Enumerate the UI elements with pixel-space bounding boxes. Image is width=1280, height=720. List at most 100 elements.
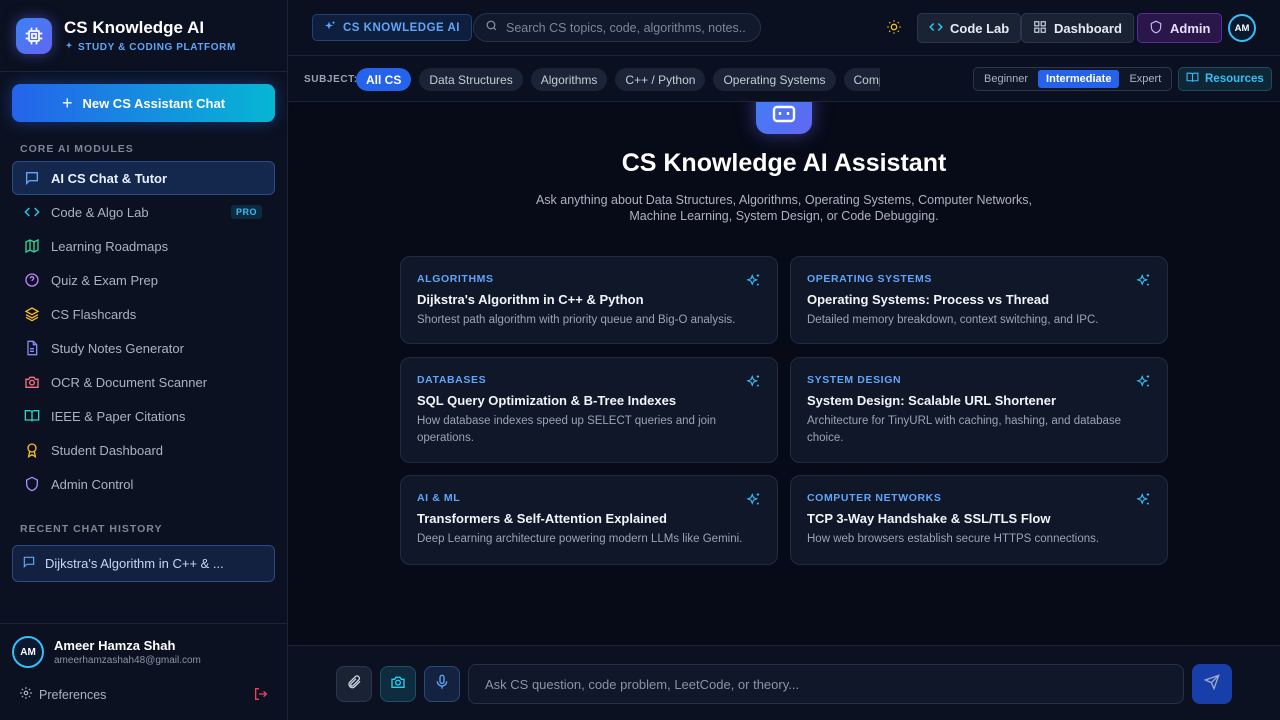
sidebar-item-label: IEEE & Paper Citations [51, 408, 186, 424]
main-content: CS Knowledge AI Assistant Ask anything a… [288, 102, 1280, 645]
subject-chips: All CS Data Structures Algorithms C++ / … [356, 68, 880, 92]
admin-label: Admin [1170, 20, 1211, 36]
sidebar-item-citations[interactable]: IEEE & Paper Citations [12, 399, 275, 433]
suggestion-card[interactable]: DATABASES SQL Query Optimization & B-Tre… [400, 357, 778, 463]
recent-chat-item[interactable]: Dijkstra's Algorithm in C++ & ... [12, 545, 275, 582]
book-open-icon [24, 408, 40, 424]
subject-chip[interactable]: All CS [356, 68, 412, 91]
sparkles-icon [64, 41, 74, 54]
subject-chip[interactable]: C++ / Python [615, 68, 706, 91]
help-circle-icon [24, 272, 40, 288]
user-email: ameerhamzashah48@gmail.com [54, 655, 201, 666]
avatar[interactable]: AM [1228, 14, 1256, 42]
divider [0, 71, 287, 72]
suggestion-card[interactable]: ALGORITHMS Dijkstra's Algorithm in C++ &… [400, 256, 778, 344]
composer [288, 645, 1280, 720]
document-icon [24, 340, 40, 356]
sparkles-icon [1136, 273, 1151, 293]
preferences-button[interactable]: Preferences [19, 686, 106, 703]
suggestion-card[interactable]: AI & ML Transformers & Self-Attention Ex… [400, 475, 778, 565]
card-description: How web browsers establish secure HTTPS … [807, 533, 1100, 545]
attach-button[interactable] [336, 666, 372, 702]
camera-icon [390, 674, 406, 695]
card-category: DATABASES [417, 374, 487, 386]
card-title: SQL Query Optimization & B-Tree Indexes [417, 393, 677, 408]
layers-icon [24, 306, 40, 322]
theme-toggle-sun-icon[interactable] [886, 19, 902, 40]
sidebar-item-flashcards[interactable]: CS Flashcards [12, 297, 275, 331]
page-description: Ask anything about Data Structures, Algo… [535, 193, 1033, 223]
sidebar-item-notes[interactable]: Study Notes Generator [12, 331, 275, 365]
code-icon [24, 204, 40, 220]
suggestion-card[interactable]: COMPUTER NETWORKS TCP 3-Way Handshake & … [790, 475, 1168, 565]
sidebar: CS Knowledge AI STUDY & CODING PLATFORM … [0, 0, 288, 720]
message-input[interactable] [485, 665, 1167, 703]
avatar: AM [12, 636, 44, 668]
logout-button[interactable] [253, 686, 269, 707]
subject-chip[interactable]: Algorithms [530, 68, 608, 91]
subject-bar: SUBJECT: All CS Data Structures Algorith… [288, 56, 1280, 102]
shield-icon [24, 476, 40, 492]
sidebar-item-admin[interactable]: Admin Control [12, 467, 275, 501]
card-description: Detailed memory breakdown, context switc… [807, 314, 1099, 326]
user-name: Ameer Hamza Shah [54, 638, 176, 653]
sidebar-item-quiz[interactable]: Quiz & Exam Prep [12, 263, 275, 297]
sidebar-item-ocr[interactable]: OCR & Document Scanner [12, 365, 275, 399]
sidebar-item-label: CS Flashcards [51, 306, 137, 322]
sidebar-item-code-lab[interactable]: Code & Algo Lab PRO [12, 195, 275, 229]
card-title: Operating Systems: Process vs Thread [807, 292, 1050, 307]
search-input[interactable] [506, 20, 746, 35]
sidebar-item-label: Quiz & Exam Prep [51, 272, 158, 288]
card-description: How database indexes speed up SELECT que… [417, 415, 716, 444]
suggestion-card[interactable]: SYSTEM DESIGN System Design: Scalable UR… [790, 357, 1168, 463]
card-title: System Design: Scalable URL Shortener [807, 393, 1057, 408]
topbar: CS KNOWLEDGE AI Code Lab Dashboard Admin… [288, 0, 1280, 56]
brand-subtitle: STUDY & CODING PLATFORM [78, 42, 236, 53]
level-option[interactable]: Expert [1121, 70, 1169, 88]
card-description: Shortest path algorithm with priority qu… [417, 314, 736, 326]
recent-chat-label: Dijkstra's Algorithm in C++ & ... [45, 556, 224, 571]
sidebar-item-label: Learning Roadmaps [51, 238, 169, 254]
section-recent-label: RECENT CHAT HISTORY [20, 523, 163, 535]
paperclip-icon [346, 674, 362, 695]
sidebar-item-dashboard[interactable]: Student Dashboard [12, 433, 275, 467]
sparkles-icon [746, 273, 761, 293]
card-category: AI & ML [417, 492, 461, 504]
search-icon [485, 19, 498, 37]
user-profile[interactable]: AM Ameer Hamza Shah ameerhamzashah48@gma… [12, 636, 201, 668]
book-open-icon [1186, 71, 1199, 87]
sidebar-item-label: Study Notes Generator [51, 340, 184, 356]
sparkles-icon [1136, 374, 1151, 394]
subject-chip[interactable]: Operating Systems [713, 68, 836, 91]
sidebar-item-label: Admin Control [51, 476, 134, 492]
shield-icon [1149, 20, 1163, 37]
sidebar-item-chat-tutor[interactable]: AI CS Chat & Tutor [12, 161, 275, 195]
level-option[interactable]: Intermediate [1038, 70, 1120, 88]
search-bar[interactable] [473, 13, 761, 42]
new-chat-button[interactable]: + New CS Assistant Chat [12, 84, 275, 122]
resources-label: Resources [1205, 73, 1264, 85]
camera-button[interactable] [380, 666, 416, 702]
card-title: Dijkstra's Algorithm in C++ & Python [417, 292, 644, 307]
dashboard-button[interactable]: Dashboard [1021, 13, 1134, 43]
level-option[interactable]: Beginner [976, 70, 1036, 88]
suggestion-card[interactable]: OPERATING SYSTEMS Operating Systems: Pro… [790, 256, 1168, 344]
subject-chip[interactable]: Computer Networks [843, 68, 880, 91]
brand-title: CS Knowledge AI [64, 18, 205, 37]
sidebar-item-label: AI CS Chat & Tutor [51, 170, 168, 186]
admin-button[interactable]: Admin [1137, 13, 1223, 43]
microphone-button[interactable] [424, 666, 460, 702]
message-field[interactable] [468, 664, 1184, 704]
chat-icon [22, 555, 36, 572]
sidebar-item-roadmaps[interactable]: Learning Roadmaps [12, 229, 275, 263]
resources-button[interactable]: Resources [1178, 67, 1272, 91]
section-core-label: CORE AI MODULES [20, 143, 134, 155]
sidebar-item-label: Code & Algo Lab [51, 204, 149, 220]
card-category: SYSTEM DESIGN [807, 374, 902, 386]
code-icon [929, 20, 943, 37]
gear-icon [19, 686, 33, 703]
code-lab-button[interactable]: Code Lab [917, 13, 1022, 43]
subject-chip[interactable]: Data Structures [419, 68, 523, 91]
brand[interactable]: CS Knowledge AI STUDY & CODING PLATFORM [16, 16, 236, 56]
send-button[interactable] [1192, 664, 1232, 704]
